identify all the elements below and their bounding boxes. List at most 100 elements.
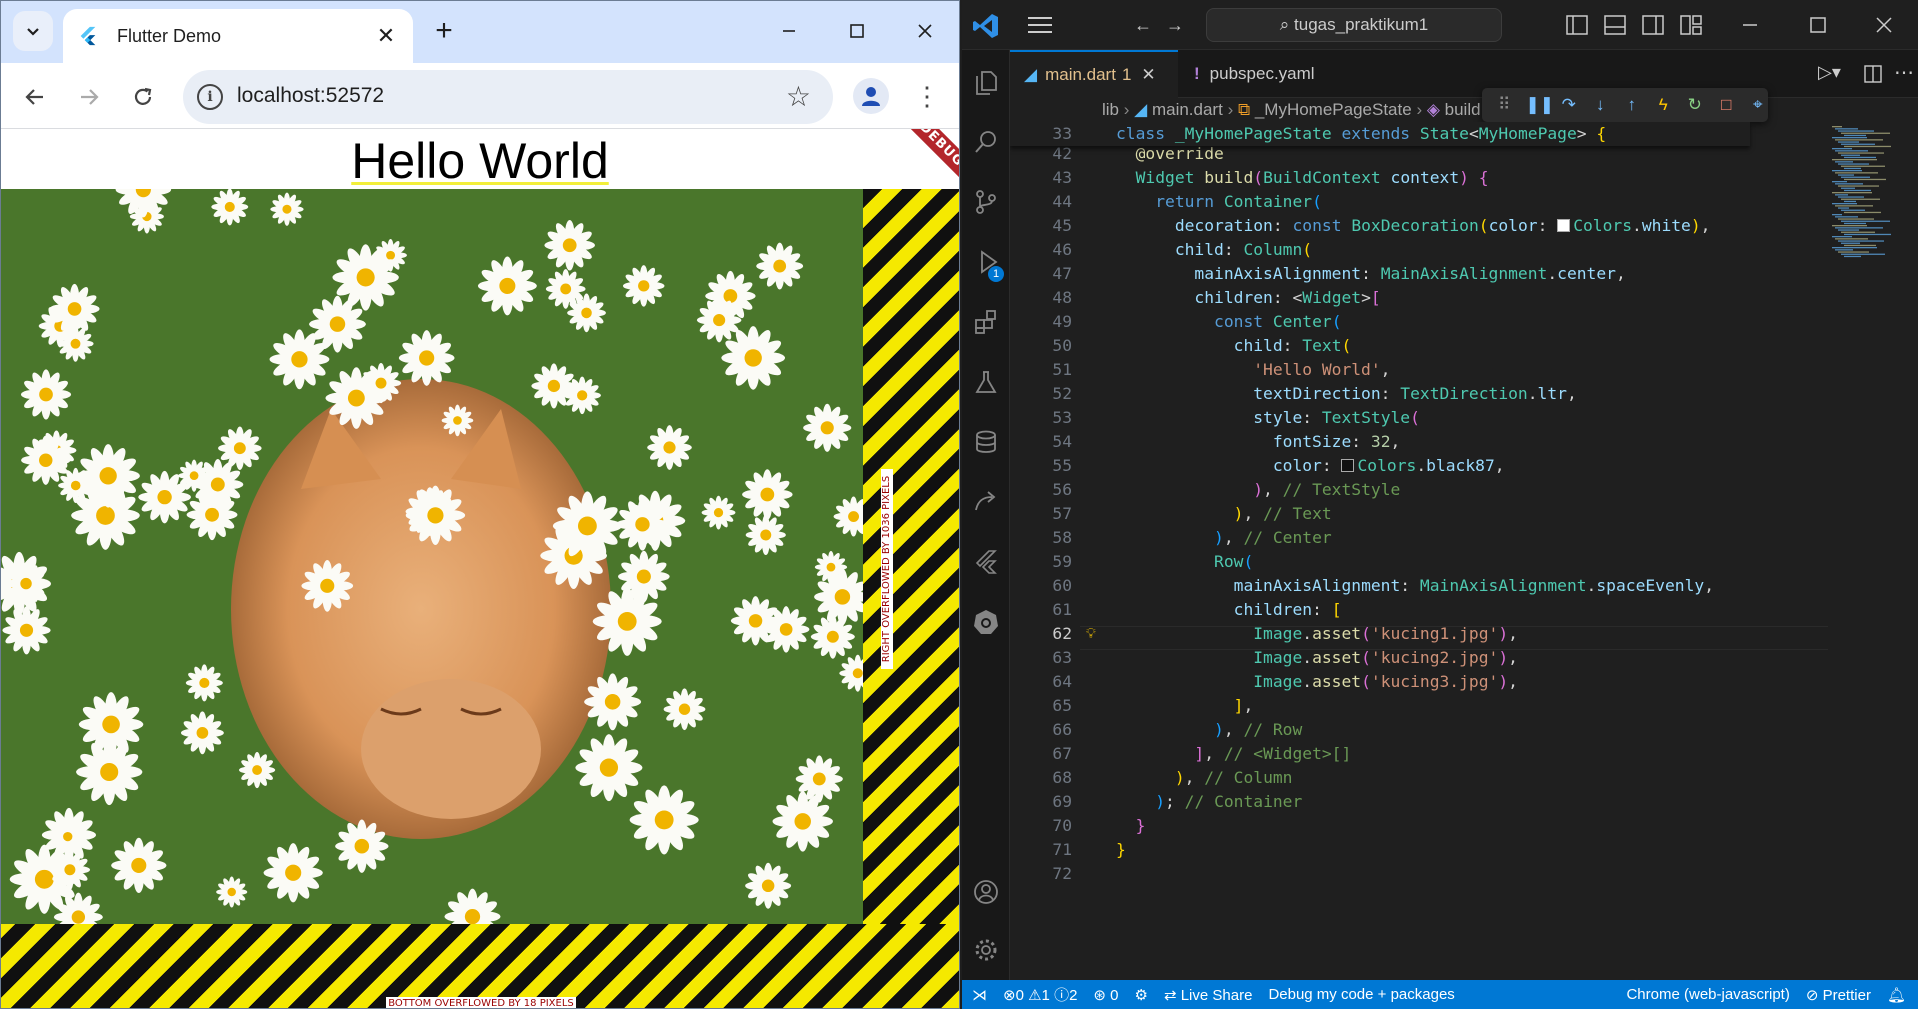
step-over-icon[interactable]: ↷ bbox=[1559, 95, 1580, 115]
debug-status-icon[interactable]: ⚙ bbox=[1127, 986, 1156, 1004]
code-line[interactable]: 50 child: Text( bbox=[1010, 334, 1750, 358]
toggle-primary-sidebar-icon[interactable] bbox=[1566, 15, 1588, 35]
step-into-icon[interactable]: ↓ bbox=[1590, 95, 1611, 115]
device-selector[interactable]: Chrome (web-javascript) bbox=[1618, 986, 1797, 1003]
code-line[interactable]: 52 textDirection: TextDirection.ltr, bbox=[1010, 382, 1750, 406]
code-line[interactable]: 62 💡︎ Image.asset('kucing1.jpg'), bbox=[1010, 622, 1750, 646]
tab-search-button[interactable] bbox=[13, 11, 53, 51]
minimap[interactable] bbox=[1828, 122, 1918, 980]
remote-indicator-icon[interactable]: ⋊ bbox=[962, 986, 995, 1004]
notifications-bell-icon[interactable]: 🔔︎ bbox=[1879, 986, 1918, 1004]
kubernetes-button[interactable] bbox=[962, 598, 1010, 646]
address-bar[interactable]: i localhost:52572 ☆ bbox=[183, 70, 833, 124]
close-icon[interactable] bbox=[1876, 17, 1892, 33]
customize-layout-icon[interactable] bbox=[1680, 15, 1702, 35]
nav-forward-icon[interactable]: → bbox=[1166, 15, 1184, 36]
live-share-button[interactable]: ⇄ Live Share bbox=[1156, 986, 1260, 1004]
more-actions-icon[interactable]: ⋯ bbox=[1894, 60, 1914, 85]
source-control-button[interactable] bbox=[962, 178, 1010, 226]
browser-tab[interactable]: Flutter Demo ✕ bbox=[63, 9, 413, 63]
prettier-status[interactable]: ⊘ Prettier bbox=[1798, 986, 1879, 1004]
step-out-icon[interactable]: ↑ bbox=[1622, 95, 1643, 115]
code-line[interactable]: 55 color: Colors.black87, bbox=[1010, 454, 1750, 478]
code-line[interactable]: 54 fontSize: 32, bbox=[1010, 430, 1750, 454]
profile-button[interactable] bbox=[853, 78, 889, 114]
stop-icon[interactable]: □ bbox=[1716, 95, 1737, 115]
testing-button[interactable] bbox=[962, 358, 1010, 406]
code-line[interactable]: 51 'Hello World', bbox=[1010, 358, 1750, 382]
bookmark-star-icon[interactable]: ☆ bbox=[786, 80, 811, 113]
code-line[interactable]: 66 ), // Row bbox=[1010, 718, 1750, 742]
problems-indicator[interactable]: ⊗0 ⚠1 ⓘ2 bbox=[995, 984, 1085, 1005]
split-editor-icon[interactable] bbox=[1864, 65, 1882, 83]
code-line[interactable]: 61 children: [ bbox=[1010, 598, 1750, 622]
code-line[interactable]: 63 Image.asset('kucing2.jpg'), bbox=[1010, 646, 1750, 670]
debug-config[interactable]: Debug my code + packages bbox=[1260, 986, 1462, 1003]
back-button[interactable] bbox=[13, 75, 57, 119]
close-window-button[interactable] bbox=[897, 11, 953, 51]
breadcrumb-class[interactable]: _MyHomePageState bbox=[1255, 100, 1412, 119]
flutter-button[interactable] bbox=[962, 538, 1010, 586]
ports-indicator[interactable]: ⊛ 0 bbox=[1085, 986, 1126, 1004]
close-tab-icon[interactable]: ✕ bbox=[1141, 65, 1155, 85]
browser-menu-icon[interactable]: ⋮ bbox=[909, 78, 945, 114]
command-center-search[interactable]: ⌕ tugas_praktikum1 bbox=[1206, 8, 1502, 42]
code-line[interactable]: 53 style: TextStyle( bbox=[1010, 406, 1750, 430]
maximize-button[interactable] bbox=[829, 11, 885, 51]
code-line[interactable]: 44 return Container( bbox=[1010, 190, 1750, 214]
tab-pubspec-yaml[interactable]: ! pubspec.yaml bbox=[1180, 50, 1330, 98]
minimize-icon[interactable] bbox=[1742, 17, 1758, 33]
code-editor[interactable]: 33 class _MyHomePageState extends State<… bbox=[1010, 122, 1870, 980]
code-line[interactable]: 64 Image.asset('kucing3.jpg'), bbox=[1010, 670, 1750, 694]
sticky-scroll-line[interactable]: 33 class _MyHomePageState extends State<… bbox=[1010, 122, 1750, 146]
extensions-button[interactable] bbox=[962, 298, 1010, 346]
toggle-secondary-sidebar-icon[interactable] bbox=[1642, 15, 1664, 35]
remote-explorer-button[interactable] bbox=[962, 478, 1010, 526]
code-line[interactable]: 65 ], bbox=[1010, 694, 1750, 718]
code-line[interactable]: 71} bbox=[1010, 838, 1750, 862]
code-line[interactable]: 48 children: <Widget>[ bbox=[1010, 286, 1750, 310]
breadcrumb-file[interactable]: main.dart bbox=[1152, 100, 1223, 119]
hot-reload-icon[interactable]: ϟ bbox=[1653, 95, 1674, 115]
lightbulb-icon[interactable]: 💡︎ bbox=[1086, 622, 1096, 646]
reload-button[interactable] bbox=[121, 75, 165, 119]
maximize-icon[interactable] bbox=[1810, 17, 1826, 33]
code-line[interactable]: 43 Widget build(BuildContext context) { bbox=[1010, 166, 1750, 190]
code-line[interactable]: 60 mainAxisAlignment: MainAxisAlignment.… bbox=[1010, 574, 1750, 598]
inspect-widget-icon[interactable]: ⌖ bbox=[1748, 95, 1769, 115]
code-line[interactable]: 46 child: Column( bbox=[1010, 238, 1750, 262]
pause-icon[interactable]: ❚❚ bbox=[1526, 95, 1555, 115]
code-line[interactable]: 45 decoration: const BoxDecoration(color… bbox=[1010, 214, 1750, 238]
code-line[interactable]: 58 ), // Center bbox=[1010, 526, 1750, 550]
code-line[interactable]: 68 ), // Column bbox=[1010, 766, 1750, 790]
code-line[interactable]: 49 const Center( bbox=[1010, 310, 1750, 334]
breadcrumb-method[interactable]: build bbox=[1445, 100, 1481, 119]
explorer-button[interactable] bbox=[962, 58, 1010, 106]
code-line[interactable]: 47 mainAxisAlignment: MainAxisAlignment.… bbox=[1010, 262, 1750, 286]
code-line[interactable]: 70 } bbox=[1010, 814, 1750, 838]
minimize-button[interactable] bbox=[761, 11, 817, 51]
menu-icon[interactable] bbox=[1026, 14, 1054, 36]
new-tab-button[interactable]: + bbox=[427, 15, 461, 49]
code-line[interactable]: 69 ); // Container bbox=[1010, 790, 1750, 814]
run-debug-button[interactable]: 1 bbox=[962, 238, 1010, 286]
site-info-icon[interactable]: i bbox=[197, 84, 223, 110]
close-tab-icon[interactable]: ✕ bbox=[373, 23, 399, 49]
tab-main-dart[interactable]: ◢ main.dart 1 ✕ bbox=[1010, 50, 1178, 98]
code-line[interactable]: 56 ), // TextStyle bbox=[1010, 478, 1750, 502]
run-menu-icon[interactable]: ▷▾ bbox=[1818, 62, 1841, 83]
code-line[interactable]: 67 ], // <Widget>[] bbox=[1010, 742, 1750, 766]
restart-icon[interactable]: ↻ bbox=[1685, 95, 1706, 115]
nav-back-icon[interactable]: ← bbox=[1134, 15, 1152, 36]
code-line[interactable]: 72 bbox=[1010, 862, 1750, 886]
code-line[interactable]: 59 Row( bbox=[1010, 550, 1750, 574]
database-button[interactable] bbox=[962, 418, 1010, 466]
breadcrumb-lib[interactable]: lib bbox=[1102, 100, 1119, 119]
search-button[interactable] bbox=[962, 118, 1010, 166]
forward-button[interactable] bbox=[67, 75, 111, 119]
manage-button[interactable] bbox=[962, 926, 1010, 974]
toggle-panel-icon[interactable] bbox=[1604, 15, 1626, 35]
accounts-button[interactable] bbox=[962, 868, 1010, 916]
code-line[interactable]: 57 ), // Text bbox=[1010, 502, 1750, 526]
drag-handle-icon[interactable]: ⠿ bbox=[1494, 95, 1515, 115]
